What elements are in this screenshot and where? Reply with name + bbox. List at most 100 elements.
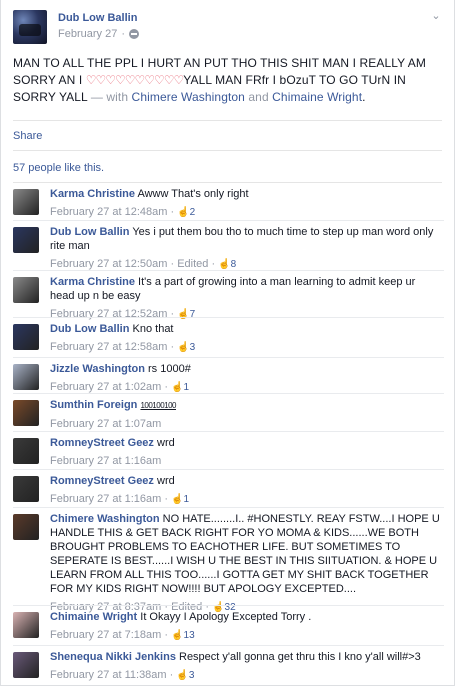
comment-like-count[interactable]: 13 [184, 630, 195, 641]
comment-divider [13, 431, 444, 432]
divider [13, 182, 442, 183]
comment-like-count[interactable]: 3 [190, 342, 196, 353]
commenter-avatar[interactable] [13, 400, 39, 426]
thumbs-up-icon[interactable]: ☝ [171, 630, 183, 641]
comment-body: Dub Low Ballin Yes i put them bou tho to… [50, 225, 442, 272]
comment-meta: February 27 at 7:18am · ☝13 [50, 628, 442, 643]
post-message: MAN TO ALL THE PPL I HURT AN PUT THO THI… [13, 55, 443, 106]
commenter-avatar[interactable] [13, 652, 39, 678]
meta-separator: · [164, 493, 169, 505]
comment-like-count[interactable]: 8 [231, 259, 237, 270]
thumbs-up-icon[interactable]: ☝ [177, 309, 189, 320]
thumbs-up-icon[interactable]: ☝ [171, 382, 183, 393]
commenter-avatar[interactable] [13, 277, 39, 303]
comment-body: Shenequa Nikki Jenkins Respect y'all gon… [50, 650, 442, 683]
comment-time[interactable]: February 27 at 12:52am [50, 308, 167, 320]
thumbs-up-icon[interactable]: ☝ [176, 670, 188, 681]
comment-time[interactable]: February 27 at 12:58am [50, 341, 167, 353]
commenter-name[interactable]: Sumthin Foreign [50, 399, 137, 411]
globe-icon[interactable] [128, 29, 139, 39]
comment-like-count[interactable]: 2 [190, 207, 196, 218]
comment-divider [13, 645, 444, 646]
comment-text: Awww That's only right [137, 188, 249, 200]
thumbs-up-icon[interactable]: ☝ [171, 494, 183, 505]
comment-divider [13, 317, 444, 318]
commenter-name[interactable]: Dub Low Ballin [50, 323, 129, 335]
share-link[interactable]: Share [13, 130, 42, 142]
author-avatar[interactable] [13, 10, 47, 44]
comment-divider [13, 507, 444, 508]
meta-separator: · [169, 669, 174, 681]
comment-body: Jizzle Washington rs 1000# February 27 at… [50, 362, 442, 395]
commenter-name[interactable]: Chimaine Wright [50, 611, 137, 623]
commenter-name[interactable]: RomneyStreet Geez [50, 437, 154, 449]
comment-body: Sumthin Foreign 100100100 February 27 at … [50, 398, 442, 431]
comment-like-count[interactable]: 1 [184, 382, 190, 393]
comment-divider [13, 357, 444, 358]
comment-divider [13, 220, 444, 221]
comment-line: Dub Low Ballin Yes i put them bou tho to… [50, 225, 442, 253]
comment-body: RomneyStreet Geez wrd February 27 at 1:16… [50, 474, 442, 507]
tagged-user-1[interactable]: Chimere Washington [132, 90, 245, 104]
author-name[interactable]: Dub Low Ballin [58, 12, 137, 24]
comment-time[interactable]: February 27 at 12:48am [50, 206, 167, 218]
comment-time[interactable]: February 27 at 7:18am [50, 629, 161, 641]
commenter-name[interactable]: RomneyStreet Geez [50, 475, 154, 487]
comment-text: wrd [157, 437, 175, 449]
comment-body: Karma Christine Awww That's only right Fe… [50, 187, 442, 220]
comment-line: Chimaine Wright It Okayy I Apology Excep… [50, 610, 442, 624]
commenter-avatar[interactable] [13, 438, 39, 464]
comment-text: Kno that [132, 323, 174, 335]
commenter-name[interactable]: Shenequa Nikki Jenkins [50, 651, 176, 663]
facebook-post: Dub Low Ballin February 27 · ⌄ MAN TO AL… [0, 0, 455, 686]
comment-line: Jizzle Washington rs 1000# [50, 362, 442, 376]
comment-like-count[interactable]: 3 [189, 670, 195, 681]
hearts-emoji: ♡♡♡♡♡♡♡♡♡♡ [85, 73, 185, 87]
commenter-avatar[interactable] [13, 364, 39, 390]
comment-line: Karma Christine Awww That's only right [50, 187, 442, 201]
tagged-user-2[interactable]: Chimaine Wright [272, 90, 362, 104]
meta-separator: · [170, 341, 175, 353]
comment-body: Chimere Washington NO HATE........I.. #H… [50, 512, 442, 615]
commenter-avatar[interactable] [13, 612, 39, 638]
post-date[interactable]: February 27 [58, 28, 117, 40]
commenter-name[interactable]: Karma Christine [50, 188, 135, 200]
commenter-name[interactable]: Jizzle Washington [50, 363, 145, 375]
commenter-name[interactable]: Dub Low Ballin [50, 226, 129, 238]
thumbs-up-icon[interactable]: ☝ [218, 259, 230, 270]
divider [13, 120, 442, 121]
comment-time[interactable]: February 27 at 1:16am [50, 455, 161, 467]
commenter-avatar[interactable] [13, 189, 39, 215]
comment-time[interactable]: February 27 at 1:07am [50, 418, 161, 430]
comment-text: rs 1000# [148, 363, 191, 375]
commenter-name[interactable]: Karma Christine [50, 276, 135, 288]
commenter-avatar[interactable] [13, 476, 39, 502]
comment-time[interactable]: February 27 at 1:16am [50, 493, 161, 505]
comment-meta: February 27 at 12:58am · ☝3 [50, 340, 442, 355]
thumbs-up-icon[interactable]: ☝ [177, 207, 189, 218]
likes-count[interactable]: 57 people like this. [13, 162, 104, 174]
edited-label[interactable]: Edited · [177, 258, 215, 270]
comment-body: Dub Low Ballin Kno that February 27 at 12… [50, 322, 442, 355]
meta-separator: · [170, 258, 175, 270]
commenter-name[interactable]: Chimere Washington [50, 513, 160, 525]
commenter-avatar[interactable] [13, 324, 39, 350]
divider [13, 150, 442, 151]
comment-meta: February 27 at 1:16am · ☝1 [50, 492, 442, 507]
comment-time[interactable]: February 27 at 1:02am [50, 381, 161, 393]
comment-like-count[interactable]: 7 [190, 309, 196, 320]
comment-divider [13, 270, 444, 271]
comment-line: Karma Christine It's a part of growing i… [50, 275, 442, 303]
comment-line: Sumthin Foreign 100100100 [50, 398, 442, 413]
commenter-avatar[interactable] [13, 227, 39, 253]
comment-meta: February 27 at 12:48am · ☝2 [50, 205, 442, 220]
comment-line: Shenequa Nikki Jenkins Respect y'all gon… [50, 650, 442, 664]
comment-time[interactable]: February 27 at 11:38am [50, 669, 167, 681]
commenter-avatar[interactable] [13, 514, 39, 540]
comment-time[interactable]: February 27 at 12:50am [50, 258, 167, 270]
chevron-down-icon[interactable]: ⌄ [430, 10, 442, 22]
comment-like-count[interactable]: 1 [184, 494, 190, 505]
thumbs-up-icon[interactable]: ☝ [177, 342, 189, 353]
meta-separator: · [164, 381, 169, 393]
comment-line: Chimere Washington NO HATE........I.. #H… [50, 512, 442, 596]
